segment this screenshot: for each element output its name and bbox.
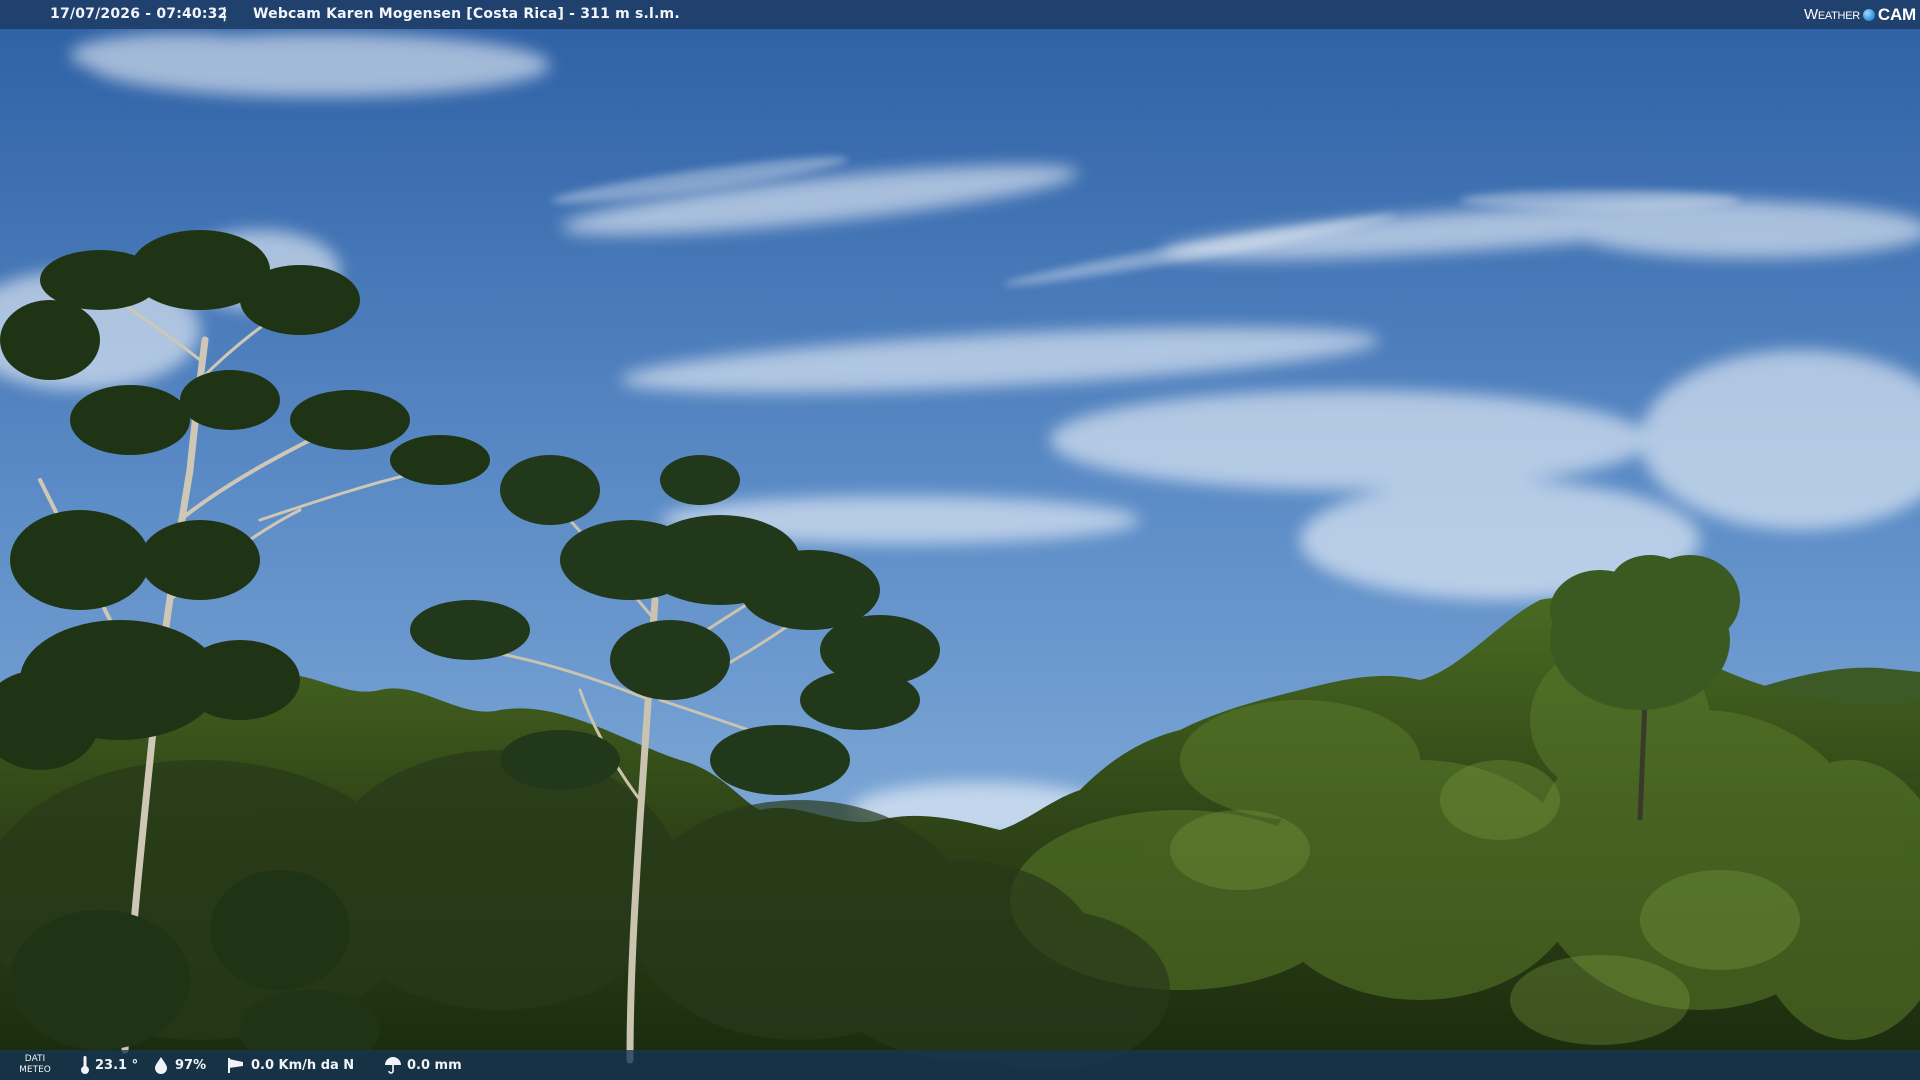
humidity-stat: 97%: [152, 1050, 206, 1080]
rain-stat: 0.0 mm: [384, 1050, 462, 1080]
weathercam-logo: Weather CAM: [1804, 0, 1916, 29]
globe-icon: [1862, 8, 1875, 21]
webcam-title: Webcam Karen Mogensen [Costa Rica] - 311…: [253, 6, 680, 22]
meteo-label-line2: METEO: [19, 1065, 51, 1075]
rain-value: 0.0 mm: [407, 1057, 462, 1073]
top-info-bar: 17/07/2026 - 07:40:32 | Webcam Karen Mog…: [0, 0, 1920, 29]
meteo-label: DATI METEO: [18, 1054, 52, 1076]
umbrella-icon: [384, 1056, 402, 1074]
temperature-value: 23.1 °: [95, 1057, 139, 1073]
wind-stat: 0.0 Km/h da N: [226, 1050, 354, 1080]
title-separator: |: [222, 6, 228, 22]
webcam-image: [0, 0, 1920, 1080]
droplet-icon: [152, 1056, 170, 1074]
meteo-label-line1: DATI: [24, 1054, 46, 1064]
temperature-stat: 23.1 °: [80, 1050, 138, 1080]
brand-cam: CAM: [1877, 5, 1916, 24]
thermometer-icon: [80, 1055, 90, 1075]
windsock-icon: [226, 1056, 246, 1074]
capture-timestamp: 17/07/2026 - 07:40:32: [50, 6, 228, 22]
wind-value: 0.0 Km/h da N: [251, 1057, 355, 1073]
weather-data-bar: DATI METEO 23.1 ° 97% 0.0 Km/h da N 0.0 …: [0, 1050, 1920, 1080]
humidity-value: 97%: [175, 1057, 207, 1073]
brand-weather: Weather: [1804, 6, 1860, 23]
